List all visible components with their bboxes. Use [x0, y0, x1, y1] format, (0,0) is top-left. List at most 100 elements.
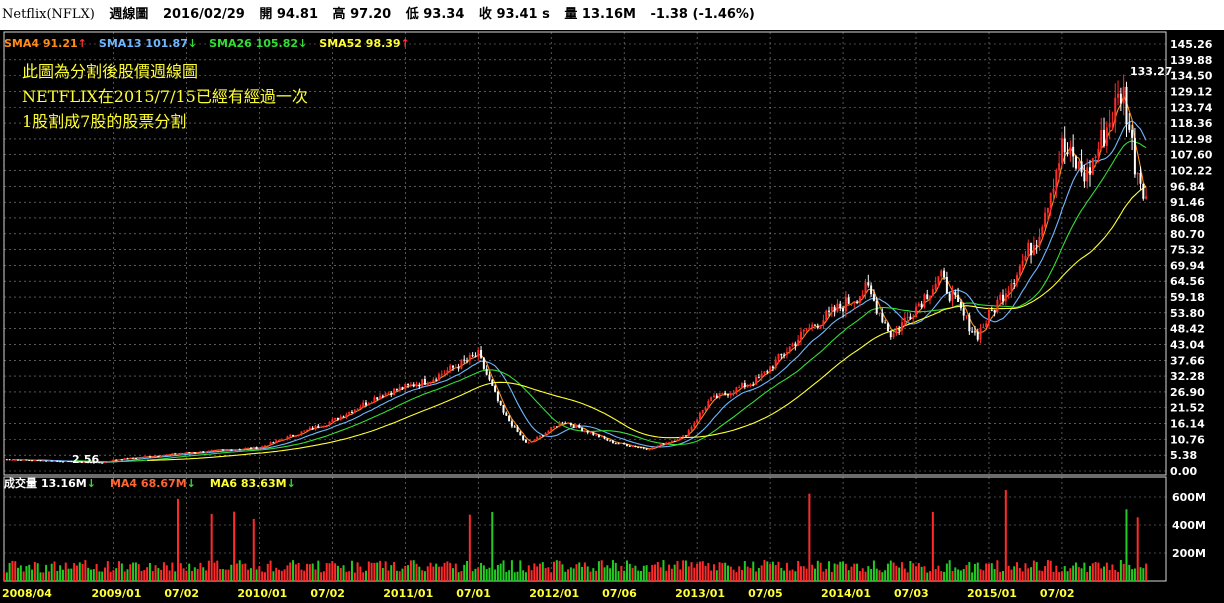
volume-bar	[726, 565, 729, 581]
candle-body	[280, 439, 283, 441]
volume-bar	[510, 560, 513, 581]
volume-bar	[379, 560, 382, 581]
volume-bar	[541, 562, 544, 581]
volume-bar	[900, 562, 903, 581]
volume-bar	[553, 561, 556, 581]
candle-body	[903, 317, 906, 323]
change-value: -1.38 (-1.46%)	[650, 7, 755, 22]
volume-bar	[460, 571, 463, 581]
candle-body	[533, 439, 536, 442]
candle-body	[1125, 86, 1128, 125]
candle-body	[682, 435, 685, 437]
candle-body	[920, 303, 923, 308]
volume-bar	[3, 572, 5, 581]
volume-bar	[202, 567, 205, 581]
volume-bar	[466, 560, 469, 581]
volume-bar	[8, 562, 11, 581]
candle-body	[769, 366, 772, 373]
volume-bar	[1063, 566, 1066, 581]
candle-body	[976, 331, 979, 340]
volume-bar	[92, 569, 95, 581]
candle-body	[496, 391, 499, 401]
candle-body	[207, 450, 210, 452]
candle-body	[1086, 167, 1089, 182]
candle-body	[783, 354, 786, 356]
volume-bar	[676, 560, 679, 581]
candle-body	[449, 365, 452, 371]
volume-bar	[393, 561, 396, 581]
candle-body	[370, 402, 373, 404]
volume-bar	[45, 564, 48, 581]
volume-bar	[499, 563, 502, 581]
candle-body	[1041, 226, 1044, 237]
candle-body	[872, 294, 875, 301]
candle-body	[5, 459, 8, 461]
candle-body	[457, 367, 460, 369]
candle-body	[623, 442, 626, 445]
volume-bar	[334, 563, 337, 581]
candle-body	[1114, 97, 1117, 123]
date-tick-label: 07/02	[310, 587, 345, 600]
volume-bar	[440, 566, 443, 581]
candle-body	[547, 430, 550, 433]
candle-body	[999, 294, 1002, 300]
candle-body	[578, 424, 581, 428]
candle-body	[614, 443, 617, 445]
volume-bar	[1122, 563, 1125, 581]
volume-bar	[238, 560, 241, 581]
volume-bar	[148, 562, 151, 581]
stock-chart[interactable]: 145.26 139.88 134.50 129.12 123.74 118.36 112.…	[0, 30, 1224, 603]
volume-bar	[89, 569, 92, 581]
volume-bar	[404, 565, 407, 581]
candle-body	[306, 429, 309, 431]
volume-bar	[137, 564, 140, 581]
candle-body	[900, 322, 903, 331]
candle-body	[508, 415, 511, 422]
candle-body	[505, 412, 508, 416]
volume-bar	[724, 562, 727, 581]
candle-body	[61, 461, 64, 463]
price-tick-label: 37.66	[1170, 354, 1205, 367]
volume-bar	[881, 572, 884, 581]
candle-body	[693, 422, 696, 428]
volume-bar	[870, 569, 873, 581]
volume-bar	[297, 562, 300, 581]
candle-body	[844, 297, 847, 312]
candle-body	[642, 447, 645, 449]
candle-body	[1083, 172, 1086, 182]
candle-body	[797, 339, 800, 346]
volume-bar	[188, 563, 191, 581]
volume-bar	[266, 563, 269, 581]
volume-bar	[446, 561, 449, 581]
candle-body	[513, 426, 516, 428]
candle-body	[858, 296, 861, 303]
candle-body	[538, 435, 541, 437]
volume-bar	[710, 570, 713, 581]
candle-body	[1119, 93, 1122, 104]
volume-bar	[516, 571, 519, 581]
candle-body	[676, 439, 679, 441]
volume-bar	[1013, 566, 1016, 581]
volume-bar	[1105, 562, 1108, 581]
price-tick-label: 123.74	[1170, 101, 1213, 114]
volume-bar	[64, 562, 67, 581]
volume-bar	[858, 571, 861, 581]
candle-body	[530, 441, 533, 443]
volume-bar	[544, 568, 547, 581]
volume-bar	[853, 563, 856, 581]
volume-bar	[522, 570, 525, 581]
candle-body	[640, 447, 643, 449]
volume-bar	[1136, 517, 1139, 581]
volume-bar	[496, 564, 499, 581]
volume-bar	[628, 563, 631, 581]
candle-body	[381, 395, 384, 397]
volume-bar	[11, 560, 14, 581]
volume-bar	[715, 570, 718, 581]
volume-bar	[929, 570, 932, 581]
volume-bar	[1103, 566, 1106, 581]
volume-bar	[965, 565, 968, 581]
candle-body	[842, 307, 845, 312]
volume-bar	[752, 561, 755, 581]
candle-body	[968, 315, 971, 332]
candle-body	[31, 460, 34, 462]
